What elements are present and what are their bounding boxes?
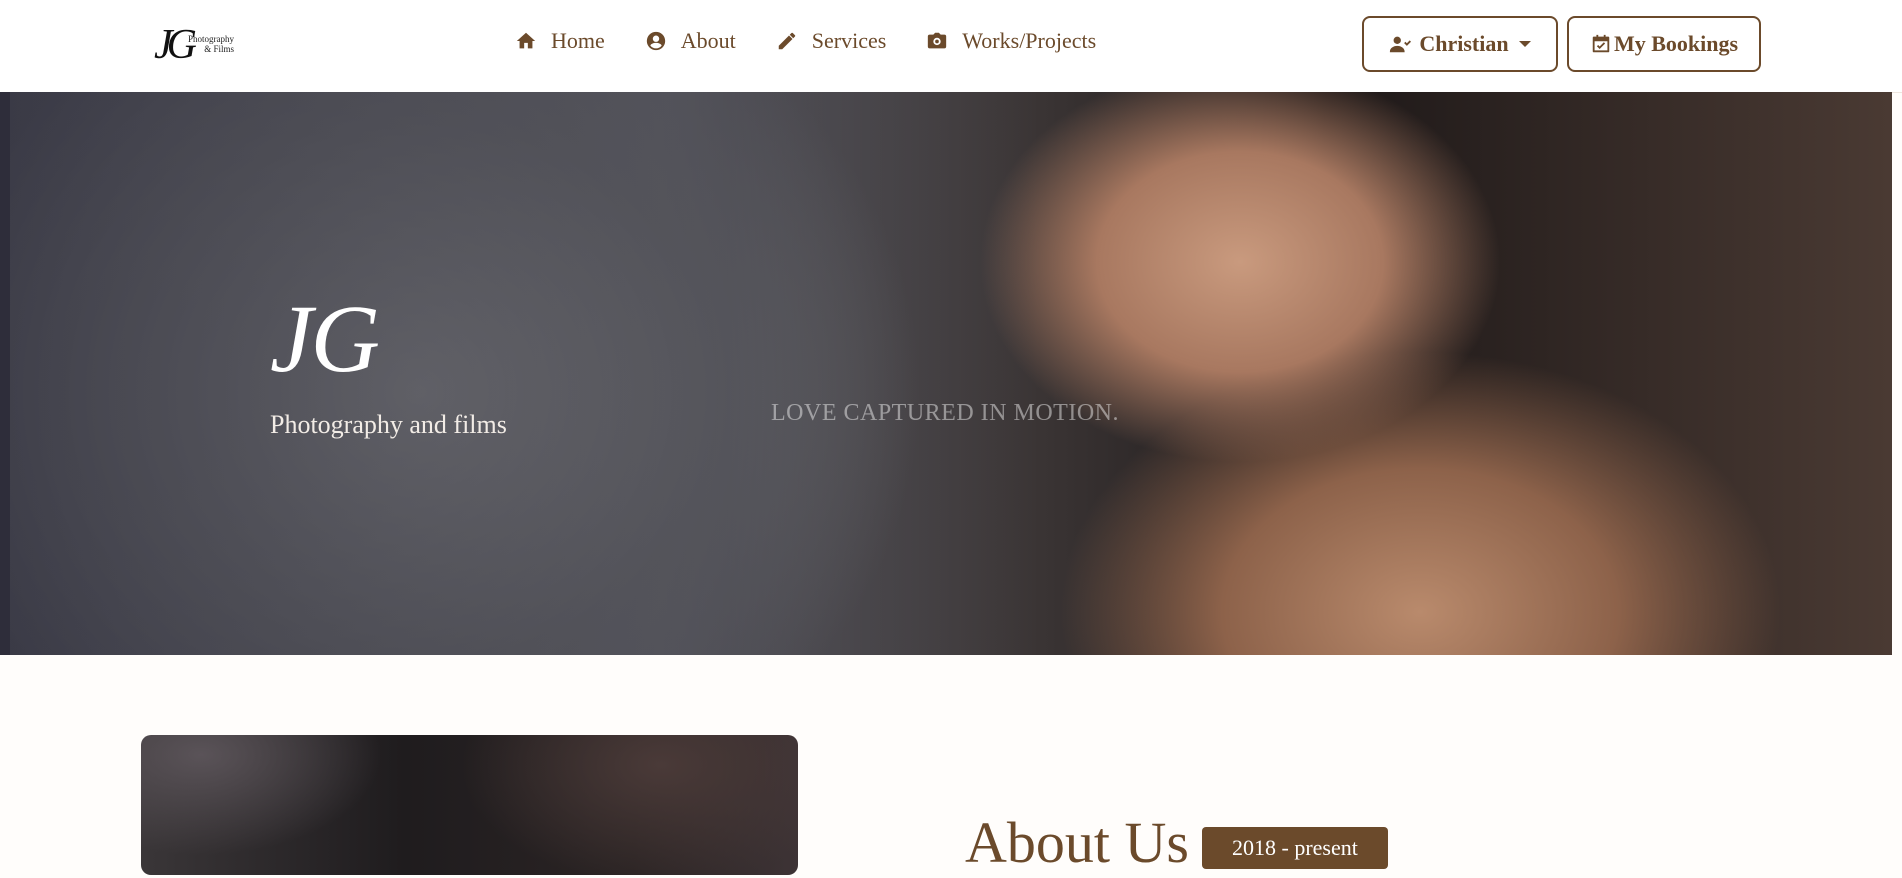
logo-subtext: Photography & Films [188, 34, 234, 54]
user-name: Christian [1419, 31, 1509, 56]
hero-subtitle: Photography and films [270, 410, 507, 439]
home-icon [516, 32, 536, 49]
nav-item-about[interactable]: About [645, 28, 736, 54]
user-check-icon [1390, 36, 1412, 53]
logo-monogram: JG [154, 22, 197, 68]
nav-item-works-projects[interactable]: Works/Projects [926, 28, 1096, 54]
about-image [141, 735, 798, 875]
hero-tagline: LOVE CAPTURED IN MOTION. [771, 400, 1119, 426]
top-navbar: JG Photography & Films Home About Servic… [0, 0, 1902, 93]
nav-links: Home About Services Works/Projects [515, 28, 1096, 54]
user-circle-icon [646, 31, 665, 51]
hero-edge-strip [0, 92, 10, 655]
calendar-check-icon [1592, 34, 1610, 53]
years-badge: 2018 - present [1202, 827, 1388, 869]
hero-banner: JG Photography and films LOVE CAPTURED I… [0, 92, 1892, 655]
hero-title: JG [270, 285, 380, 392]
caret-down-icon [1518, 41, 1531, 47]
camera-box-icon [928, 32, 947, 49]
about-title: About Us [965, 810, 1189, 875]
my-bookings-label: My Bookings [1613, 31, 1739, 56]
hero-overlay [0, 92, 1040, 655]
nav-item-services[interactable]: Services [776, 28, 886, 54]
brand-logo[interactable]: JG Photography & Films [150, 14, 250, 76]
nav-item-home[interactable]: Home [515, 28, 605, 54]
my-bookings-button[interactable]: My Bookings [1567, 16, 1761, 72]
user-menu-button[interactable]: Christian [1362, 16, 1558, 72]
pencil-icon [778, 32, 796, 50]
